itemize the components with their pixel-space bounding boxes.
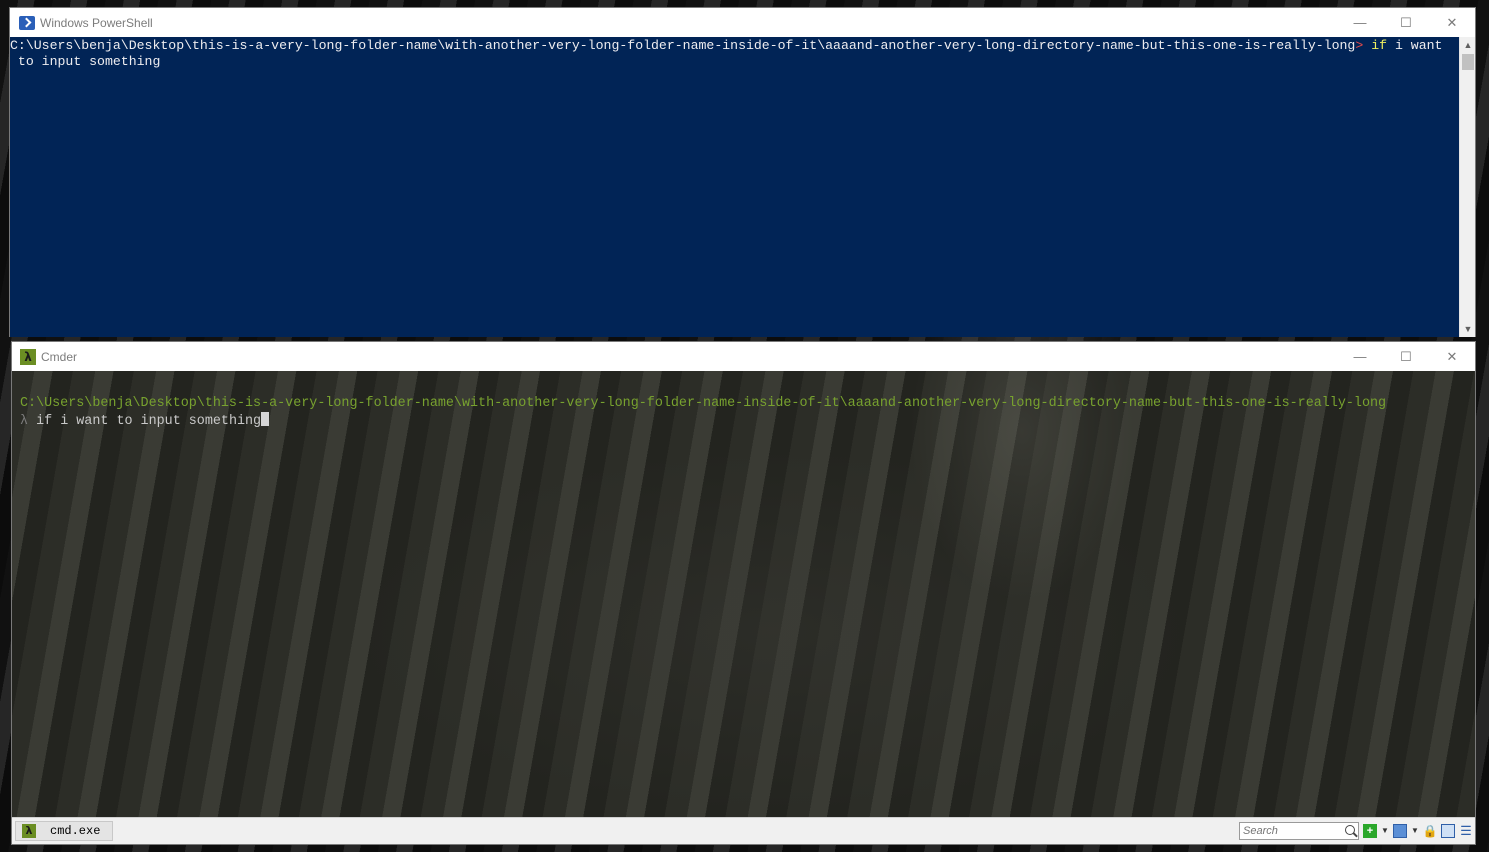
cmder-prompt-path: C:\Users\benja\Desktop\this-is-a-very-lo… <box>20 396 1387 411</box>
scroll-down-icon[interactable]: ▼ <box>1460 321 1476 337</box>
close-button[interactable]: ✕ <box>1429 8 1475 37</box>
powershell-console[interactable]: C:\Users\benja\Desktop\this-is-a-very-lo… <box>10 37 1460 337</box>
powershell-scrollbar[interactable]: ▲ ▼ <box>1459 37 1475 337</box>
search-field[interactable] <box>1239 822 1359 840</box>
cmder-console[interactable]: C:\Users\benja\Desktop\this-is-a-very-lo… <box>12 371 1475 818</box>
cmder-toolbar: + ▼ ▼ 🔒 ☰ <box>1239 821 1473 841</box>
powershell-window[interactable]: Windows PowerShell — ☐ ✕ C:\Users\benja\… <box>9 7 1476 337</box>
search-icon[interactable] <box>1345 825 1355 835</box>
lambda-icon: λ <box>22 824 36 838</box>
powershell-command-continuation: to input something <box>17 54 161 69</box>
powershell-command-args: i want <box>1394 38 1443 53</box>
minimize-button[interactable]: — <box>1337 342 1383 371</box>
cmder-window[interactable]: λ Cmder — ☐ ✕ C:\Users\benja\Desktop\thi… <box>11 341 1476 845</box>
maximize-button[interactable]: ☐ <box>1383 8 1429 37</box>
powershell-command-keyword: if <box>1371 38 1388 53</box>
console-list-icon[interactable] <box>1393 824 1407 838</box>
search-input[interactable] <box>1243 825 1343 837</box>
powershell-window-controls: — ☐ ✕ <box>1337 8 1475 37</box>
cmder-command-input[interactable]: if i want to input something <box>36 414 261 429</box>
tab-label: cmd.exe <box>50 824 101 838</box>
split-view-icon[interactable] <box>1441 824 1455 838</box>
caret-down-icon[interactable]: ▼ <box>1411 824 1419 838</box>
cmder-lambda-icon: λ <box>20 348 36 365</box>
powershell-icon <box>19 15 35 30</box>
scroll-up-icon[interactable]: ▲ <box>1460 37 1476 53</box>
maximize-button[interactable]: ☐ <box>1383 342 1429 371</box>
powershell-title: Windows PowerShell <box>40 15 153 30</box>
menu-icon[interactable]: ☰ <box>1459 824 1473 838</box>
scroll-thumb[interactable] <box>1462 54 1474 70</box>
cmder-window-controls: — ☐ ✕ <box>1337 342 1475 371</box>
lock-icon[interactable]: 🔒 <box>1423 824 1438 838</box>
tab-cmd-exe[interactable]: λ cmd.exe <box>15 821 114 841</box>
cmder-titlebar[interactable]: λ Cmder — ☐ ✕ <box>12 342 1475 371</box>
powershell-titlebar[interactable]: Windows PowerShell — ☐ ✕ <box>10 8 1475 37</box>
powershell-prompt-path: C:\Users\benja\Desktop\this-is-a-very-lo… <box>10 38 1356 53</box>
caret-down-icon[interactable]: ▼ <box>1381 824 1389 838</box>
text-cursor <box>261 412 270 426</box>
powershell-prompt-arrow: > <box>1355 38 1364 53</box>
minimize-button[interactable]: — <box>1337 8 1383 37</box>
close-button[interactable]: ✕ <box>1429 342 1475 371</box>
cmder-title: Cmder <box>41 349 78 364</box>
new-console-icon[interactable]: + <box>1363 824 1377 838</box>
cmder-prompt-symbol: λ <box>20 414 29 429</box>
cmder-statusbar: λ cmd.exe + ▼ ▼ 🔒 ☰ <box>12 817 1475 844</box>
